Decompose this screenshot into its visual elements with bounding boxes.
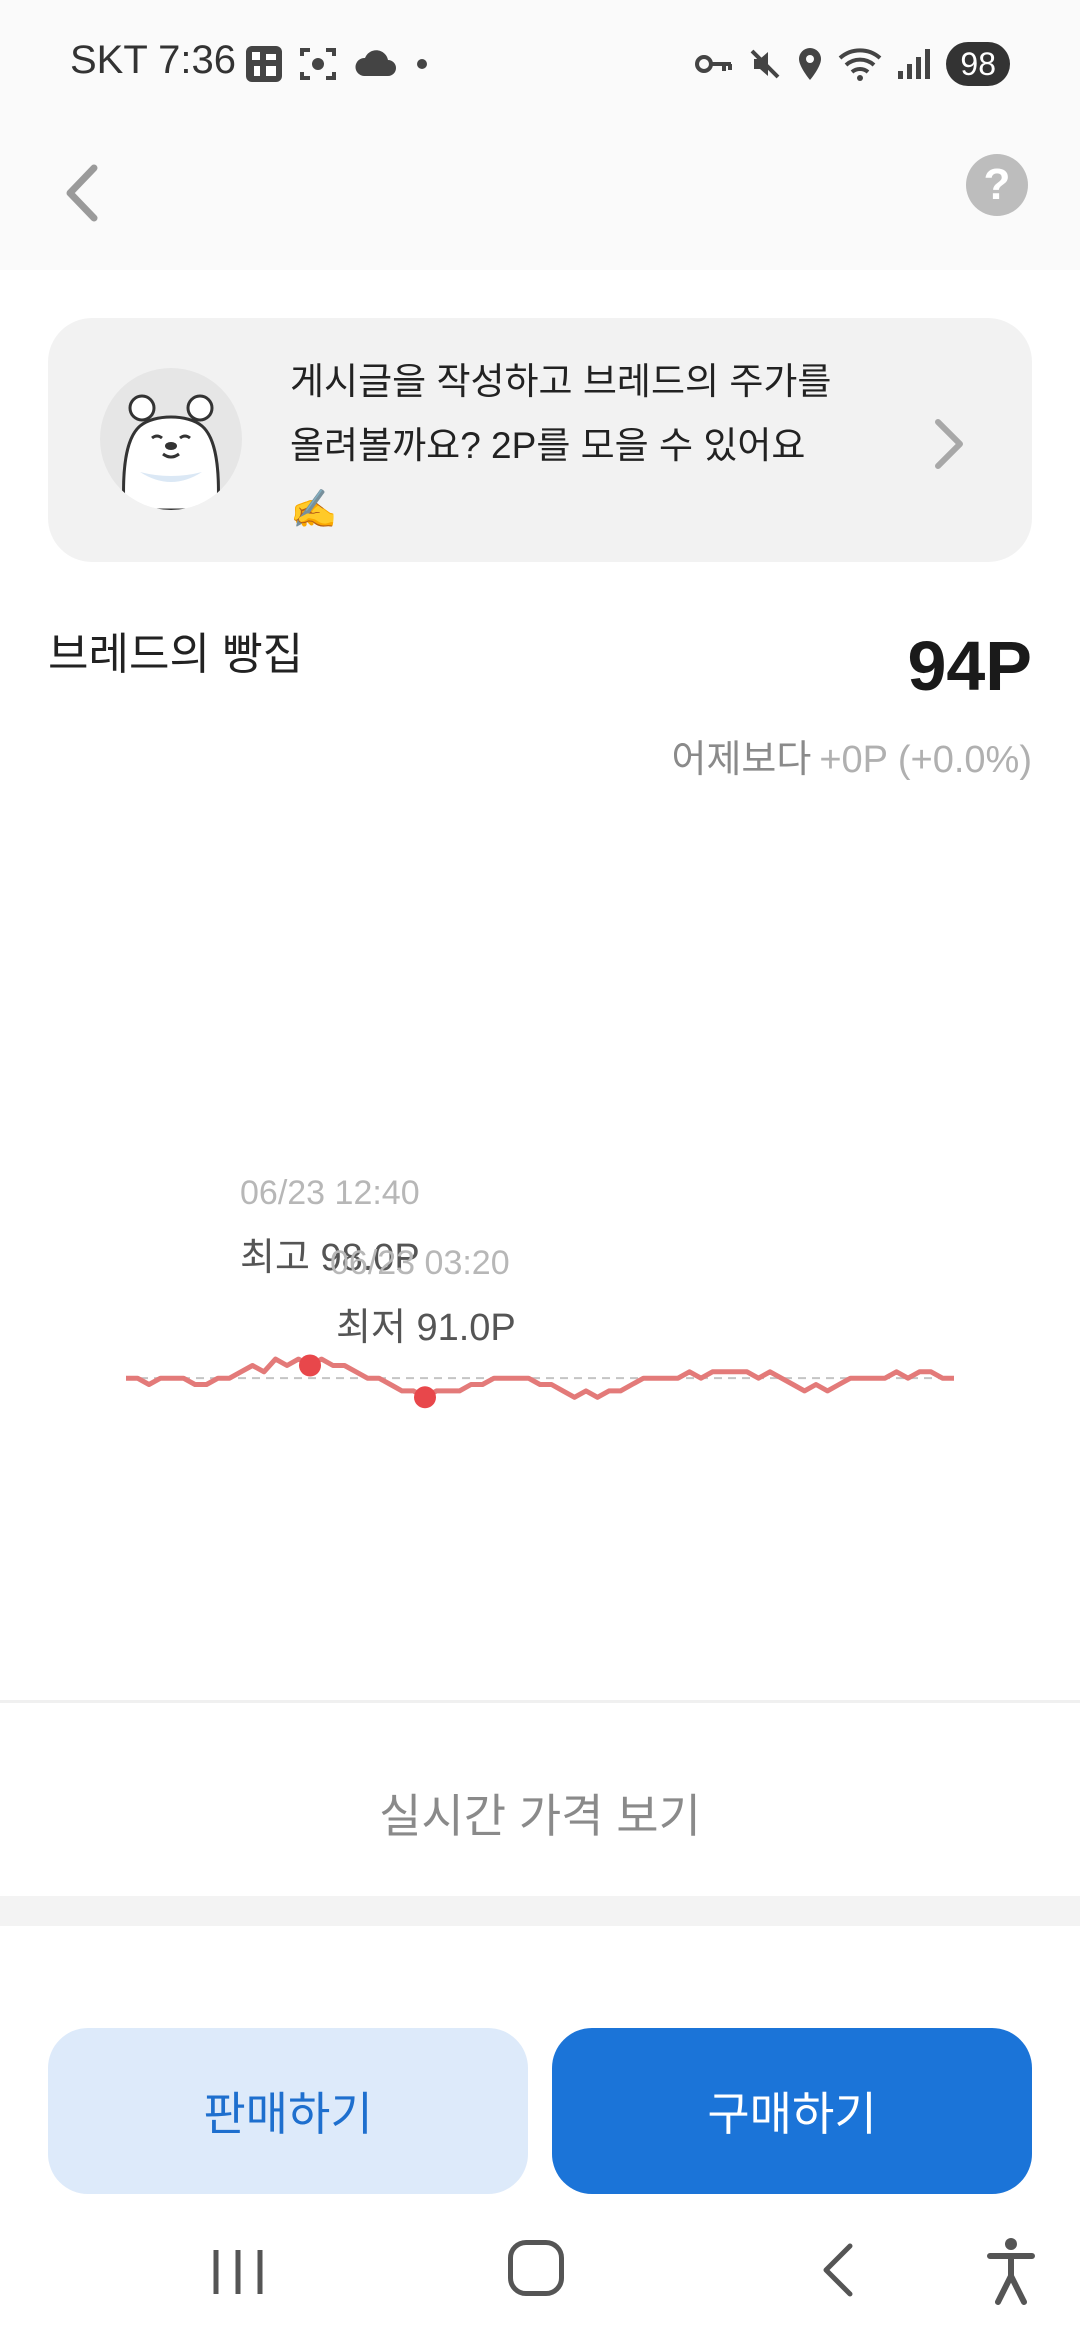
bear-mascot-avatar [100,368,242,510]
change-label: 어제보다 [671,739,812,781]
status-icons-right: 98 [694,42,1010,86]
system-navigation-bar [0,2220,1080,2340]
help-button[interactable]: ? [966,154,1028,216]
writing-hand-emoji: ✍️ [290,489,338,531]
stock-price: 94P [907,627,1032,705]
sell-button[interactable]: 판매하기 [48,2028,528,2194]
low-marker [414,1386,436,1409]
bear-mascot-icon [122,394,220,510]
stock-name: 브레드의 빵집 [48,630,304,679]
stock-detail-screen: SKT 7:36 98 ? 게시글을 작성하고 브레드의 주가를 올려볼까요? … [0,0,1080,2340]
section-divider [0,1896,1080,1926]
low-date-label: 06/23 03:20 [330,1244,510,1282]
back-arrow-icon[interactable] [54,158,114,228]
accessibility-icon[interactable] [986,2236,1036,2306]
home-icon[interactable] [508,2240,564,2296]
realtime-price-link[interactable]: 실시간 가격 보기 [0,1780,1080,1846]
mute-icon [750,49,780,79]
cloud-icon [355,50,396,76]
divider [0,1700,1080,1703]
banner-text-line1: 게시글을 작성하고 브레드의 주가를 [290,361,832,402]
price-chart-svg [126,1354,954,1409]
price-chart: 06/23 12:40 최고 98.0P 06/23 03:20 최저 91.0… [0,1150,1080,1480]
status-icons-left [244,44,434,84]
screenshot-icon [300,48,336,80]
signal-icon [898,49,931,79]
high-marker [299,1354,321,1377]
dot-icon [417,59,427,69]
top-navigation: ? [0,120,1080,270]
price-change: 어제보다 +0P (+0.0%) [672,728,1033,783]
qr-app-icon [246,46,282,82]
change-value: +0P (+0.0%) [819,739,1032,781]
vpn-key-icon [695,55,733,73]
banner-message: 게시글을 작성하고 브레드의 주가를 올려볼까요? 2P를 모을 수 있어요 ✍… [290,350,930,542]
chevron-right-icon [935,419,963,469]
wifi-icon [839,48,882,81]
status-bar: SKT 7:36 98 [0,0,1080,120]
recent-apps-icon[interactable] [208,2242,268,2302]
banner-text-line2: 올려볼까요? 2P를 모을 수 있어요 [290,425,806,466]
low-value-label: 최저 91.0P [336,1307,516,1349]
high-date-label: 06/23 12:40 [240,1174,420,1212]
write-post-banner[interactable]: 게시글을 작성하고 브레드의 주가를 올려볼까요? 2P를 모을 수 있어요 ✍… [48,318,1032,562]
status-carrier-time: SKT 7:36 [70,38,237,82]
location-icon [799,48,822,80]
battery-indicator: 98 [946,42,1010,86]
nav-back-icon[interactable] [818,2240,858,2300]
buy-button[interactable]: 구매하기 [552,2028,1032,2194]
